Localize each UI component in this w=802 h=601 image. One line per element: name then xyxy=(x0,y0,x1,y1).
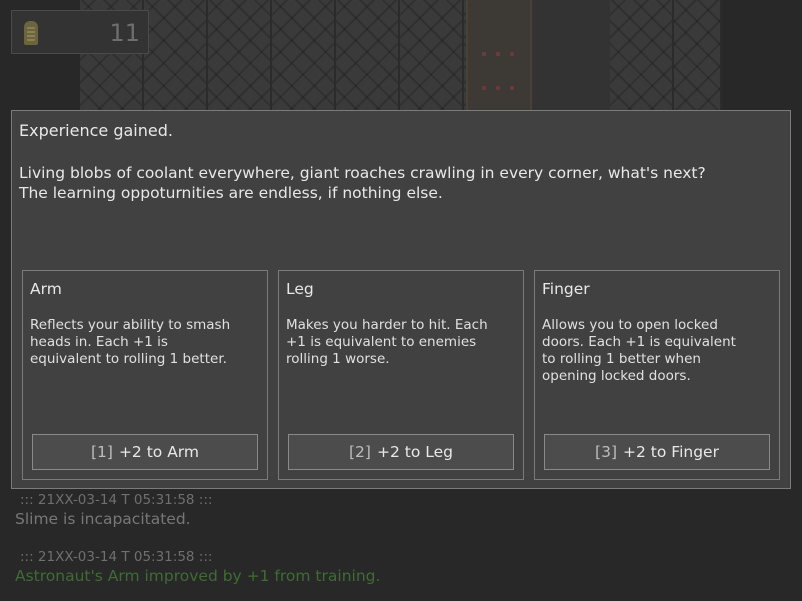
log-timestamp: ::: 21XX-03-14 T 05:31:58 ::: xyxy=(20,549,213,565)
door xyxy=(466,0,532,110)
dialog-line: Living blobs of coolant everywhere, gian… xyxy=(19,164,706,182)
ammo-icon xyxy=(24,21,38,45)
card-title: Finger xyxy=(542,280,590,298)
choice-card-arm: Arm Reflects your ability to smash heads… xyxy=(22,270,268,480)
wall-tile xyxy=(208,0,272,110)
log-message: Slime is incapacitated. xyxy=(15,510,191,528)
dialog-title: Experience gained. xyxy=(19,121,173,140)
improve-leg-button[interactable]: [2] +2 to Leg xyxy=(288,434,514,470)
button-label: +2 to Arm xyxy=(118,443,200,461)
hotkey-label: [3] xyxy=(595,443,618,461)
message-log: ::: 21XX-03-14 T 05:31:58 ::: Slime is i… xyxy=(0,490,802,601)
ammo-count: 11 xyxy=(109,19,140,47)
card-title: Leg xyxy=(286,280,314,298)
wall-tile xyxy=(610,0,674,110)
dialog-line: The learning oppoturnities are endless, … xyxy=(19,184,443,202)
button-label: +2 to Finger xyxy=(623,443,719,461)
log-message: Astronaut's Arm improved by +1 from trai… xyxy=(15,567,381,585)
ammo-counter: 11 xyxy=(11,10,149,54)
log-timestamp: ::: 21XX-03-14 T 05:31:58 ::: xyxy=(20,492,213,508)
improve-finger-button[interactable]: [3] +2 to Finger xyxy=(544,434,770,470)
choice-card-leg: Leg Makes you harder to hit. Each +1 is … xyxy=(278,270,524,480)
wall-tile xyxy=(400,0,464,110)
button-label: +2 to Leg xyxy=(376,443,453,461)
wall-tile xyxy=(336,0,400,110)
card-description: Makes you harder to hit. Each +1 is equi… xyxy=(286,317,488,367)
hotkey-label: [1] xyxy=(90,443,113,461)
improve-arm-button[interactable]: [1] +2 to Arm xyxy=(32,434,258,470)
wall-tile xyxy=(272,0,336,110)
wall-tile xyxy=(144,0,208,110)
experience-dialog: Experience gained. Living blobs of coola… xyxy=(11,110,791,489)
wall-tile xyxy=(674,0,722,110)
choice-card-finger: Finger Allows you to open locked doors. … xyxy=(534,270,780,480)
dialog-text: Living blobs of coolant everywhere, gian… xyxy=(19,163,779,203)
card-description: Reflects your ability to smash heads in.… xyxy=(30,317,231,367)
card-title: Arm xyxy=(30,280,62,298)
card-description: Allows you to open locked doors. Each +1… xyxy=(542,317,736,384)
hotkey-label: [2] xyxy=(349,443,371,461)
room-wall xyxy=(80,0,722,110)
